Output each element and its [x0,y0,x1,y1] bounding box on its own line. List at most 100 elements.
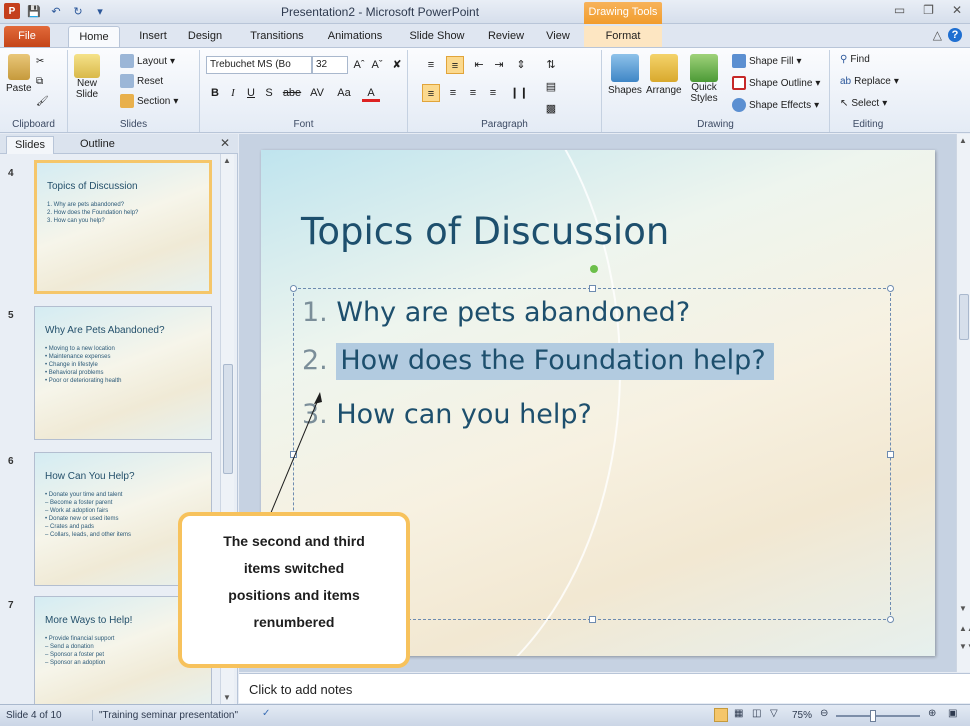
tab-slide-show[interactable]: Slide Show [402,26,472,47]
resize-handle[interactable] [887,451,894,458]
align-text-icon[interactable]: ▤ [542,78,560,96]
smartart-icon[interactable]: ▩ [542,100,560,118]
paste-button[interactable]: Paste [6,54,32,94]
restore-icon[interactable]: ❐ [923,3,934,17]
replace-button[interactable]: ab Replace ▾ [840,76,899,87]
cut-icon[interactable]: ✂ [36,56,44,67]
tab-insert[interactable]: Insert [130,26,176,47]
thumb-line: 3. How can you help? [47,218,105,224]
new-slide-button[interactable]: New Slide [74,54,100,100]
copy-icon[interactable]: ⧉ [36,76,43,87]
scroll-thumb[interactable] [959,294,969,340]
shape-outline-button[interactable]: Shape Outline ▾ [732,76,820,90]
zoom-level[interactable]: 75% [792,710,812,721]
resize-handle[interactable] [589,285,596,292]
zoom-in-icon[interactable]: ⊕ [928,708,936,719]
decrease-indent-icon[interactable]: ⇤ [470,56,488,74]
rotation-handle[interactable] [590,265,598,273]
tab-design[interactable]: Design [182,26,228,47]
spell-check-icon[interactable]: ✓ [262,708,270,719]
scroll-up-icon[interactable]: ▲ [959,136,967,145]
slide-thumbnail-4[interactable]: Topics of Discussion 1. Why are pets aba… [34,160,212,294]
numbering-icon[interactable]: ≡ [446,56,464,74]
clear-formatting-icon[interactable]: ✘ [388,56,406,74]
layout-button[interactable]: Layout ▾ [120,54,175,68]
slide-show-icon[interactable]: ▽ [770,708,778,719]
fit-slide-icon[interactable]: ▣ [948,708,957,719]
find-label: Find [850,54,870,65]
line-spacing-icon[interactable]: ⇕ [512,56,530,74]
bold-button[interactable]: B [206,84,224,102]
align-left-icon[interactable]: ≡ [422,84,440,102]
reset-button[interactable]: Reset [120,74,163,88]
resize-handle[interactable] [887,285,894,292]
tab-transitions[interactable]: Transitions [242,26,312,47]
char-spacing-icon[interactable]: AV [308,84,326,102]
columns-icon[interactable]: ❙❙ [510,84,528,102]
notes-pane[interactable]: Click to add notes [239,673,970,703]
justify-icon[interactable]: ≡ [484,84,502,102]
arrange-button[interactable]: Arrange [646,54,682,96]
slide-title[interactable]: Topics of Discussion [301,210,669,253]
tab-outline[interactable]: Outline [72,136,123,154]
slide-sorter-icon[interactable]: ▦ [734,708,743,719]
scroll-up-icon[interactable]: ▲ [223,156,231,165]
new-slide-label: New [76,78,97,89]
strikethrough-button[interactable]: abe [280,84,304,102]
underline-button[interactable]: U [242,84,260,102]
quick-styles-button[interactable]: Quick Styles [690,54,718,104]
zoom-slider-track[interactable] [836,715,920,717]
previous-slide-icon[interactable]: ▲▲ [959,624,970,633]
reading-view-icon[interactable]: ◫ [752,708,761,719]
shrink-font-icon[interactable]: Aˇ [368,56,386,74]
scroll-down-icon[interactable]: ▼ [959,604,967,613]
tab-animations[interactable]: Animations [322,26,388,47]
increase-indent-icon[interactable]: ⇥ [490,56,508,74]
shape-fill-button[interactable]: Shape Fill ▾ [732,54,802,68]
minimize-icon[interactable]: ▭ [894,3,905,17]
grow-font-icon[interactable]: Aˆ [350,56,368,74]
tab-review[interactable]: Review [484,26,528,47]
close-pane-icon[interactable]: ✕ [220,136,230,150]
normal-view-icon[interactable] [714,708,728,722]
list-item-3[interactable]: 3. How can you help? [302,399,592,430]
zoom-slider-knob[interactable] [870,710,876,722]
list-item-2[interactable]: 2. How does the Foundation help? [302,343,774,380]
slide-thumbnail-5[interactable]: Why Are Pets Abandoned? • Moving to a ne… [34,306,212,440]
text-direction-icon[interactable]: ⇅ [542,56,560,74]
resize-handle[interactable] [290,451,297,458]
font-color-icon[interactable]: A [362,84,380,102]
shapes-button[interactable]: Shapes [608,54,642,96]
tab-view[interactable]: View [538,26,578,47]
minimize-ribbon-icon[interactable]: △ [933,28,942,42]
font-size-combo[interactable]: 32 [312,56,348,74]
section-button[interactable]: Section ▾ [120,94,178,108]
theme-name[interactable]: "Training seminar presentation" [92,710,238,721]
resize-handle[interactable] [589,616,596,623]
scroll-down-icon[interactable]: ▼ [223,693,231,702]
tab-format[interactable]: Format [584,26,662,47]
help-icon[interactable]: ? [948,28,962,42]
resize-handle[interactable] [290,285,297,292]
select-button[interactable]: ↖ Select ▾ [840,98,887,109]
font-name-combo[interactable]: Trebuchet MS (Bo [206,56,312,74]
slide-scrollbar[interactable]: ▲ ▼ ▲▲ ▼▼ [956,134,970,672]
scroll-thumb[interactable] [223,364,233,474]
shape-effects-button[interactable]: Shape Effects ▾ [732,98,819,112]
bullets-icon[interactable]: ≡ [422,56,440,74]
next-slide-icon[interactable]: ▼▼ [959,642,970,651]
tab-slides[interactable]: Slides [6,136,54,154]
format-painter-icon[interactable]: 🖌 [36,96,49,107]
tab-home[interactable]: Home [68,26,120,47]
find-button[interactable]: ⚲ Find [840,54,870,65]
change-case-button[interactable]: Aa [332,84,356,102]
close-icon[interactable]: ✕ [952,3,962,17]
tab-file[interactable]: File [4,26,50,47]
shadow-button[interactable]: S [260,84,278,102]
italic-button[interactable]: I [224,84,242,102]
list-item-1[interactable]: 1. Why are pets abandoned? [302,297,690,328]
align-right-icon[interactable]: ≡ [464,84,482,102]
resize-handle[interactable] [887,616,894,623]
center-icon[interactable]: ≡ [444,84,462,102]
zoom-out-icon[interactable]: ⊖ [820,708,828,719]
